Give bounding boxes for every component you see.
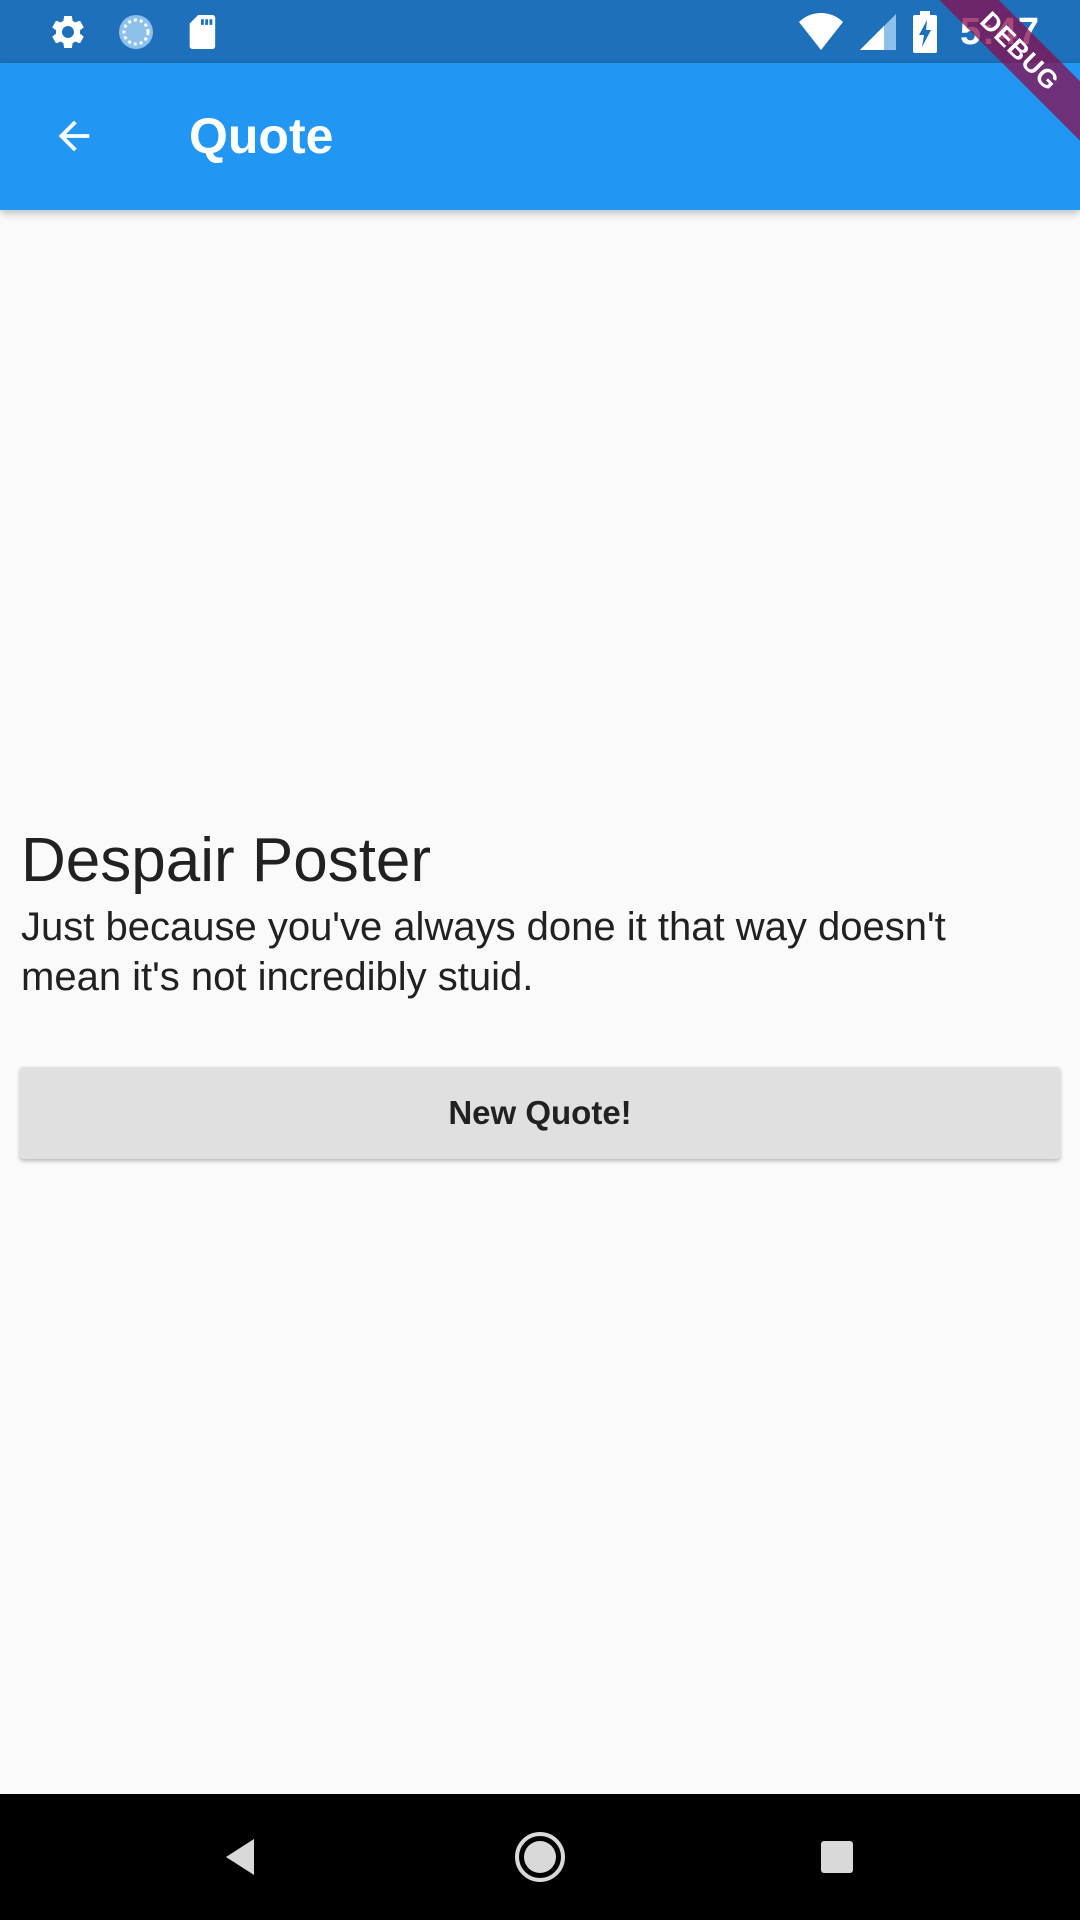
status-bar: 5:47 bbox=[0, 0, 1080, 63]
arrow-back-icon bbox=[51, 113, 97, 159]
new-quote-button[interactable]: New Quote! bbox=[20, 1067, 1060, 1159]
status-left-icons bbox=[48, 10, 218, 54]
sync-icon bbox=[116, 12, 156, 52]
nav-home-icon bbox=[513, 1830, 567, 1884]
nav-home-button[interactable] bbox=[507, 1824, 573, 1890]
nav-recents-icon bbox=[819, 1839, 855, 1875]
back-button[interactable] bbox=[38, 100, 110, 172]
sd-card-icon bbox=[184, 12, 218, 52]
navigation-bar bbox=[0, 1794, 1080, 1920]
quote-text: Just because you've always done it that … bbox=[21, 905, 946, 999]
page-title: Quote bbox=[189, 108, 334, 164]
cell-signal-icon bbox=[858, 12, 898, 52]
app-bar: Quote bbox=[0, 63, 1080, 210]
quote-title: Despair Poster bbox=[21, 826, 432, 895]
battery-charging-icon bbox=[912, 11, 938, 53]
wifi-icon bbox=[798, 12, 844, 52]
nav-back-button[interactable] bbox=[207, 1824, 273, 1890]
nav-recents-button[interactable] bbox=[804, 1824, 870, 1890]
quote-content: Despair Poster Just because you've alway… bbox=[0, 210, 1080, 1794]
nav-back-icon bbox=[220, 1835, 260, 1879]
settings-icon bbox=[48, 12, 88, 52]
